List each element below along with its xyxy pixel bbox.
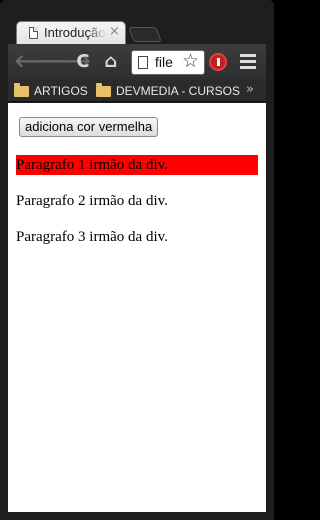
forward-arrow-icon[interactable]: 🡒	[43, 52, 91, 72]
new-tab-button[interactable]	[128, 27, 162, 42]
menu-icon[interactable]	[240, 54, 256, 69]
url-text[interactable]: file	[155, 54, 183, 72]
bookmark-devmedia-cursos[interactable]: DEVMEDIA - CURSOS	[96, 82, 240, 100]
paragraph-1: Paragrafo 1 irmão da div.	[16, 155, 258, 175]
address-bar[interactable]: file ☆	[131, 50, 205, 75]
tab-title: Introdução	[44, 25, 106, 40]
browser-window: Introdução × 🡐 🡒 C ⌂ file ☆ ARTIGOS DEVM…	[0, 0, 274, 520]
add-red-color-button[interactable]: adiciona cor vermelha	[19, 117, 159, 137]
document-icon	[29, 27, 38, 39]
paragraph-2: Paragrafo 2 irmão da div.	[16, 193, 168, 209]
bookmarks-bar: ARTIGOS DEVMEDIA - CURSOS »	[8, 80, 266, 102]
folder-icon	[96, 82, 111, 97]
bookmark-label: DEVMEDIA - CURSOS	[116, 84, 241, 98]
tab-close-icon[interactable]: ×	[109, 24, 120, 39]
back-arrow-icon[interactable]: 🡐	[14, 52, 62, 72]
folder-icon	[14, 82, 29, 97]
page-content: adiciona cor vermelha Paragrafo 1 irmão …	[8, 103, 266, 512]
bookmark-artigos[interactable]: ARTIGOS	[14, 82, 88, 100]
bookmark-label: ARTIGOS	[34, 84, 88, 98]
bookmark-star-icon[interactable]: ☆	[182, 51, 199, 72]
toolbar: 🡐 🡒 C ⌂ file ☆	[8, 44, 266, 80]
bookmarks-overflow-chevron-icon[interactable]: »	[246, 82, 254, 97]
paragraph-3: Paragrafo 3 irmão da div.	[16, 229, 168, 245]
page-icon	[138, 56, 148, 69]
home-icon[interactable]: ⌂	[101, 52, 121, 72]
tab-active[interactable]: Introdução ×	[16, 21, 126, 44]
reload-icon[interactable]: C	[73, 52, 93, 72]
extension-icon[interactable]	[209, 53, 227, 71]
